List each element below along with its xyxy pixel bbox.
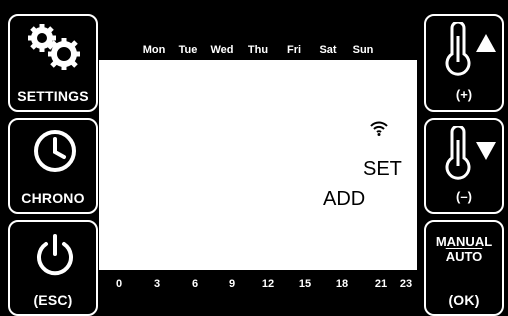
temp-down-button[interactable]: (–) xyxy=(424,118,504,214)
gears-icon xyxy=(28,24,80,70)
chrono-button[interactable]: CHRONO xyxy=(8,118,98,214)
hour-label: 3 xyxy=(153,278,161,290)
day-label: Wed xyxy=(210,44,234,56)
hour-label: 15 xyxy=(298,278,312,290)
hour-label: 12 xyxy=(261,278,275,290)
power-icon xyxy=(37,234,73,276)
wifi-icon xyxy=(370,121,388,136)
day-label: Sun xyxy=(352,44,374,56)
temp-up-button[interactable]: (+) xyxy=(424,14,504,112)
manual-auto-ok-button[interactable]: MANUAL AUTO (OK) xyxy=(424,220,504,316)
temp-down-label: (–) xyxy=(456,189,472,204)
day-label: Thu xyxy=(247,44,269,56)
settings-label: SETTINGS xyxy=(17,88,89,104)
day-label: Fri xyxy=(286,44,302,56)
chrono-label: CHRONO xyxy=(21,190,85,206)
display-screen: SET ADD xyxy=(99,60,417,270)
day-label: Sat xyxy=(319,44,337,56)
hour-row: 0 3 6 9 12 15 18 21 23 xyxy=(99,278,429,294)
hour-label: 0 xyxy=(115,278,123,290)
manual-label: MANUAL xyxy=(435,234,493,249)
thermometer-down-icon xyxy=(445,126,496,180)
temp-up-label: (+) xyxy=(455,87,473,102)
auto-label: AUTO xyxy=(445,249,483,264)
day-label: Tue xyxy=(178,44,198,56)
set-indicator: SET xyxy=(363,158,402,180)
esc-button[interactable]: (ESC) xyxy=(8,220,98,316)
hour-label: 9 xyxy=(228,278,236,290)
esc-label: (ESC) xyxy=(33,292,73,308)
manual-auto-label: MANUAL AUTO xyxy=(426,234,502,264)
clock-icon xyxy=(34,130,76,172)
thermometer-up-icon xyxy=(445,22,496,76)
hour-label: 23 xyxy=(399,278,413,290)
settings-button[interactable]: SETTINGS xyxy=(8,14,98,112)
weekday-row: Mon Tue Wed Thu Fri Sat Sun xyxy=(99,44,417,60)
hour-label: 6 xyxy=(191,278,199,290)
add-indicator: ADD xyxy=(323,188,366,210)
day-label: Mon xyxy=(142,44,166,56)
hour-label: 18 xyxy=(335,278,349,290)
ok-label: (OK) xyxy=(448,292,480,308)
hour-label: 21 xyxy=(374,278,388,290)
